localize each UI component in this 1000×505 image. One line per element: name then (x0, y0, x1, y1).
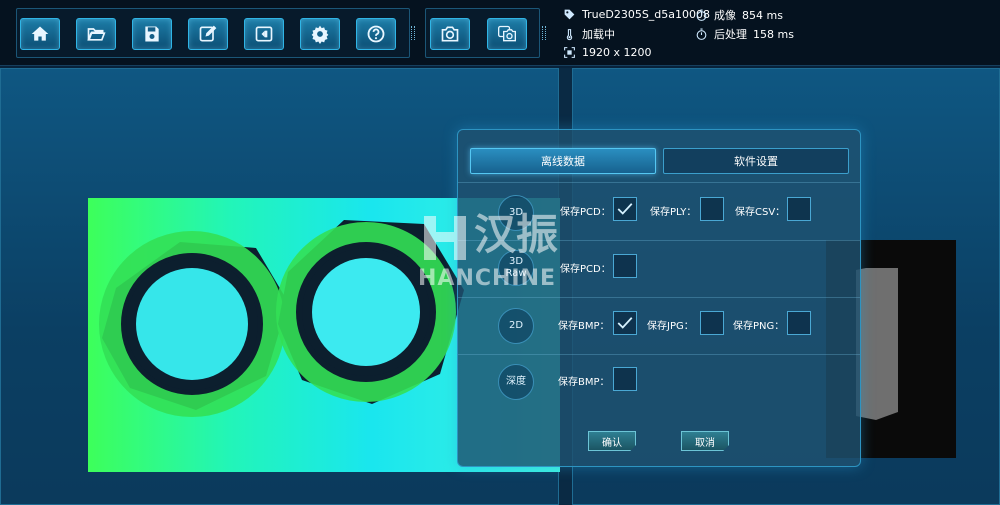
save-pcd-label: 保存PCD： (560, 207, 611, 218)
row-divider (458, 354, 860, 355)
capture-button[interactable] (430, 18, 470, 50)
save-depth-bmp-checkbox[interactable] (613, 367, 637, 391)
row-type-3d-raw: 3D Raw (498, 250, 534, 286)
save-icon (145, 26, 159, 42)
multi-camera-icon (498, 25, 516, 42)
row-type-3d: 3D (498, 195, 534, 231)
resolution-row: 1920 x 1200 (562, 45, 652, 59)
home-icon (31, 26, 49, 41)
stopwatch-icon (694, 27, 708, 41)
resolution-icon (562, 45, 576, 59)
imaging-label: 成像 (714, 9, 736, 22)
toolbar-separator (542, 26, 546, 40)
save-csv-checkbox[interactable] (787, 197, 811, 221)
save-raw-pcd-checkbox[interactable] (613, 254, 637, 278)
imaging-value: 854 ms (742, 8, 783, 22)
export-button[interactable] (244, 18, 284, 50)
save-depth-bmp-label: 保存BMP： (558, 377, 610, 388)
edit-button[interactable] (188, 18, 228, 50)
tab-software-settings[interactable]: 软件设置 (663, 148, 849, 174)
status-panel: TrueD2305S_d5a10008 加载中 1920 x 1200 成像 8… (548, 0, 1000, 66)
save-png-checkbox[interactable] (787, 311, 811, 335)
main-toolbar: TrueD2305S_d5a10008 加载中 1920 x 1200 成像 8… (0, 0, 1000, 66)
save-csv-label: 保存CSV： (735, 207, 786, 218)
toolbar-separator (411, 26, 415, 40)
help-button[interactable] (356, 18, 396, 50)
settings-button[interactable] (300, 18, 340, 50)
row-type-2d: 2D (498, 308, 534, 344)
save-bmp-checkbox[interactable] (613, 311, 637, 335)
help-icon (367, 25, 385, 43)
load-state: 加载中 (582, 28, 615, 41)
camera-icon (441, 26, 459, 42)
tag-icon (562, 7, 576, 21)
open-folder-button[interactable] (76, 18, 116, 50)
home-button[interactable] (20, 18, 60, 50)
post-process-label: 后处理 (714, 28, 747, 41)
row-divider (458, 240, 860, 241)
continuous-capture-button[interactable] (487, 18, 527, 50)
row-divider (458, 182, 860, 183)
tab-offline-data[interactable]: 离线数据 (470, 148, 656, 174)
device-name: TrueD2305S_d5a10008 (582, 7, 711, 21)
stopwatch-icon (694, 8, 708, 22)
thermometer-icon (562, 27, 576, 41)
load-state-row: 加载中 (562, 26, 615, 42)
post-process-value: 158 ms (753, 27, 794, 41)
checkmark-icon (617, 317, 633, 329)
save-button[interactable] (132, 18, 172, 50)
save-png-label: 保存PNG： (733, 321, 785, 332)
row-type-3d-raw-line2: Raw (505, 268, 527, 279)
save-bmp-label: 保存BMP： (558, 321, 610, 332)
export-icon (255, 26, 273, 42)
checkmark-icon (617, 203, 633, 215)
save-pcd-checkbox[interactable] (613, 197, 637, 221)
row-type-3d-raw-line1: 3D (508, 256, 524, 267)
save-jpg-checkbox[interactable] (700, 311, 724, 335)
save-ply-checkbox[interactable] (700, 197, 724, 221)
resolution: 1920 x 1200 (582, 45, 652, 59)
post-process-time-row: 后处理 158 ms (694, 26, 794, 42)
cancel-button[interactable]: 取消 (681, 431, 729, 451)
imaging-time-row: 成像 854 ms (694, 7, 783, 23)
device-name-row: TrueD2305S_d5a10008 (562, 7, 710, 21)
save-options-dialog: 离线数据 软件设置 3D 保存PCD： 保存PLY： 保存CSV： 3D Raw… (457, 129, 861, 467)
row-divider (458, 297, 860, 298)
edit-icon (199, 25, 217, 42)
save-jpg-label: 保存JPG： (647, 321, 694, 332)
confirm-button[interactable]: 确认 (588, 431, 636, 451)
row-type-depth: 深度 (498, 364, 534, 400)
save-ply-label: 保存PLY： (650, 207, 697, 218)
save-raw-pcd-label: 保存PCD： (560, 264, 611, 275)
gear-icon (311, 25, 329, 44)
folder-open-icon (87, 28, 106, 41)
